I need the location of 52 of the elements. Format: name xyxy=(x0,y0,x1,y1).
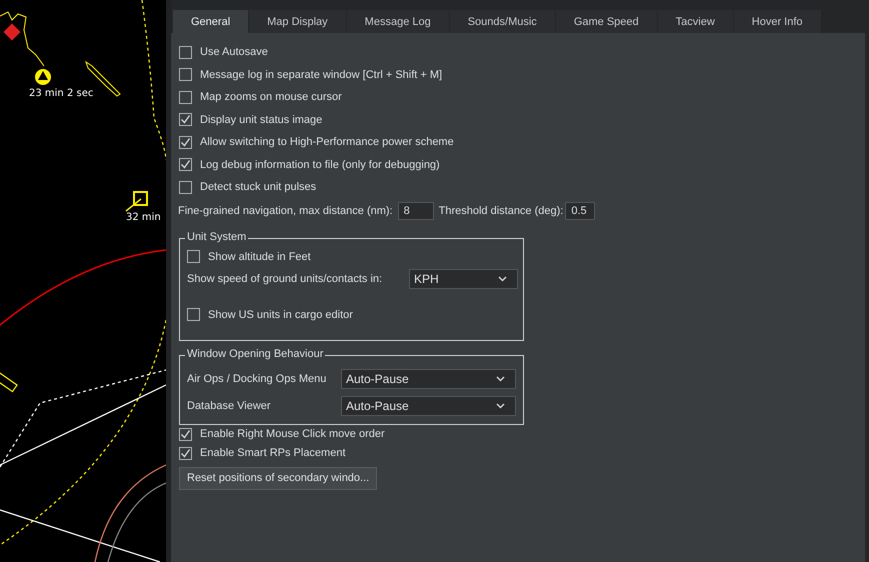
dropdown[interactable]: KPH xyxy=(409,268,518,288)
map-view[interactable]: 23 min 2 sec 32 min xyxy=(0,0,166,562)
chevron-icon xyxy=(496,403,505,409)
checkbox[interactable] xyxy=(187,250,200,263)
field-label: Show speed of ground units/contacts in: xyxy=(187,272,384,284)
checkbox-label: Log debug information to file (only for debugging) xyxy=(200,158,440,171)
checkbox[interactable] xyxy=(187,308,200,321)
checkbox[interactable] xyxy=(179,158,192,172)
tab[interactable]: General xyxy=(173,10,248,33)
tab[interactable]: Tacview xyxy=(658,10,733,33)
checkbox[interactable] xyxy=(179,428,192,440)
checkbox-label: Detect stuck unit pulses xyxy=(200,181,316,194)
map-label: 32 min xyxy=(126,212,161,223)
coastline-drawing xyxy=(0,11,44,66)
group-title: Unit System xyxy=(185,230,248,242)
unit-icon xyxy=(35,69,51,85)
dropdown[interactable]: Auto-Pause xyxy=(341,369,516,389)
map-label: 23 min 2 sec xyxy=(29,88,94,99)
checkbox[interactable] xyxy=(179,136,192,149)
field-label: Threshold distance (deg): xyxy=(438,204,564,216)
field-label: Database Viewer xyxy=(187,400,272,412)
tab[interactable]: Map Display xyxy=(249,10,346,33)
tab[interactable]: Sounds/Music xyxy=(450,10,555,33)
checkbox[interactable] xyxy=(179,68,192,82)
checkbox[interactable] xyxy=(179,90,192,104)
checkbox-label: Show US units in cargo editor xyxy=(208,308,353,320)
field-label: Fine-grained navigation, max distance (nm): xyxy=(178,204,393,216)
group-title: Window Opening Behaviour xyxy=(185,348,326,360)
unit-marker-icon xyxy=(0,370,18,392)
chevron-icon xyxy=(498,276,507,282)
input-field[interactable]: 8 xyxy=(398,202,434,220)
checkbox-label: Message log in separate window [Ctrl + Shift + M] xyxy=(200,68,442,81)
checkbox[interactable] xyxy=(179,113,192,126)
checkbox-label: Display unit status image xyxy=(200,114,322,126)
checkbox[interactable] xyxy=(179,446,192,460)
dropdown[interactable]: Auto-Pause xyxy=(341,396,516,416)
checkbox-label: Enable Right Mouse Click move order xyxy=(200,428,385,440)
tab[interactable]: Message Log xyxy=(346,10,449,33)
checkbox-label: Use Autosave xyxy=(200,46,268,58)
checkbox-label: Allow switching to High-Performance power scheme xyxy=(200,136,454,148)
tab[interactable]: Game Speed xyxy=(556,10,657,33)
unit-icon xyxy=(126,191,148,212)
checkbox[interactable] xyxy=(179,180,192,194)
checkbox-label: Enable Smart RPs Placement xyxy=(200,447,346,459)
checkbox-label: Show altitude in Feet xyxy=(208,250,311,262)
checkbox[interactable] xyxy=(179,46,192,59)
reset-button[interactable]: Reset positions of secondary windo... xyxy=(179,466,378,490)
chevron-icon xyxy=(496,376,505,382)
input-field[interactable]: 0.5 xyxy=(565,202,596,220)
tab[interactable]: Hover Info xyxy=(734,10,821,33)
field-label: Air Ops / Docking Ops Menu xyxy=(187,373,328,385)
checkbox-label: Map zooms on mouse cursor xyxy=(200,91,342,104)
